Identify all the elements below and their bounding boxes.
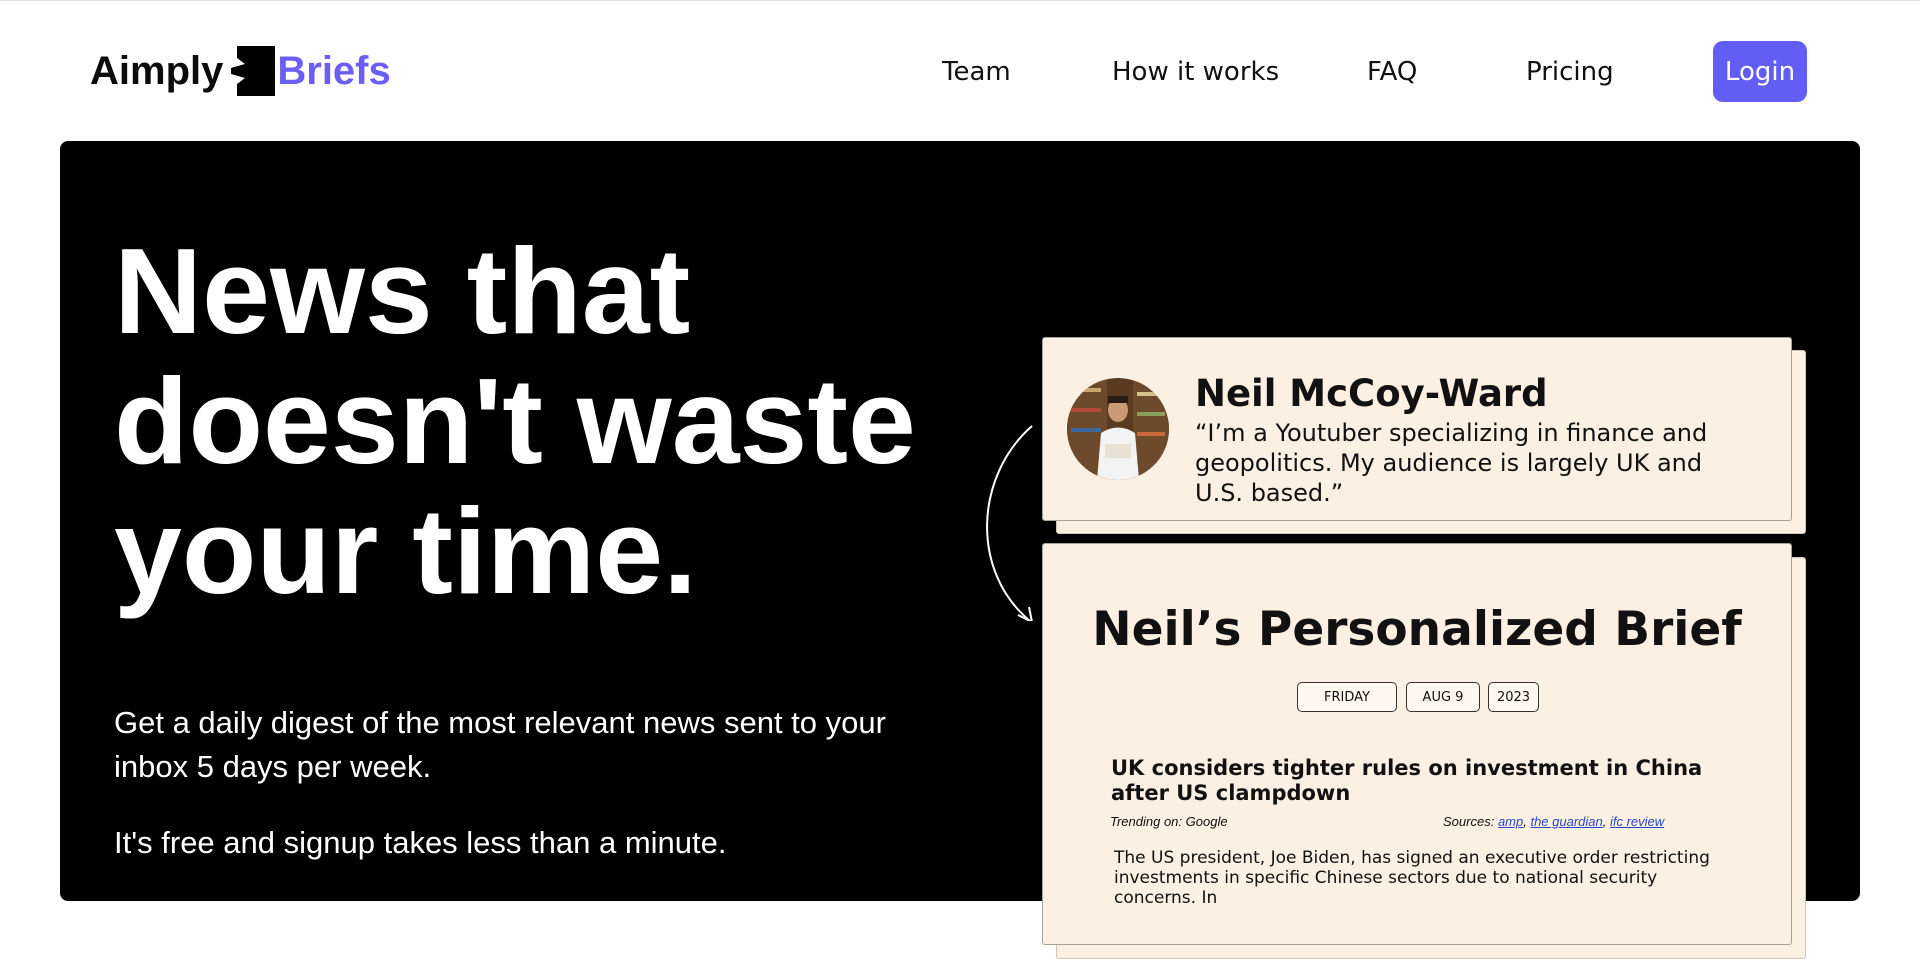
hero-signup-note: It's free and signup takes less than a m… bbox=[114, 825, 727, 860]
article-body: The US president, Joe Biden, has signed … bbox=[1114, 848, 1710, 908]
profile-quote: “I’m a Youtuber specializing in finance … bbox=[1195, 419, 1708, 507]
brief-title: Neil’s Personalized Brief bbox=[1092, 602, 1742, 657]
nav-link-pricing[interactable]: Pricing bbox=[1526, 52, 1614, 92]
profile-card: Neil McCoy-Ward “I’m a Youtuber speciali… bbox=[1042, 337, 1792, 521]
source-link-ifc-review[interactable]: ifc review bbox=[1610, 814, 1664, 829]
login-button[interactable]: Login bbox=[1713, 41, 1807, 102]
profile-name: Neil McCoy-Ward bbox=[1195, 372, 1548, 415]
curved-arrow-icon bbox=[986, 425, 1033, 621]
headline-line-3: your time. bbox=[114, 483, 698, 619]
logo-word-aimply: Aimply bbox=[90, 48, 224, 93]
hero-description: Get a daily digest of the most relevant … bbox=[114, 705, 886, 784]
nav-link-how-it-works[interactable]: How it works bbox=[1112, 52, 1279, 92]
headline-line-1: News that bbox=[114, 223, 691, 359]
nav-link-faq[interactable]: FAQ bbox=[1367, 52, 1417, 92]
date-month-day-pill: AUG 9 bbox=[1406, 682, 1480, 712]
source-link-amp[interactable]: amp bbox=[1498, 814, 1523, 829]
article-trending: Trending on: Google bbox=[1110, 814, 1228, 829]
folded-page-logo-icon bbox=[231, 46, 276, 96]
logo[interactable]: Aimply Briefs bbox=[90, 44, 391, 98]
nav-link-team[interactable]: Team bbox=[942, 52, 1011, 92]
article-title[interactable]: UK considers tighter rules on investment… bbox=[1111, 756, 1731, 806]
avatar-photo bbox=[1067, 378, 1169, 480]
hero-section: News that doesn't waste your time. Get a… bbox=[60, 141, 1860, 959]
logo-word-briefs: Briefs bbox=[277, 48, 391, 93]
date-year-pill: 2023 bbox=[1488, 682, 1539, 712]
sources-label: Sources: bbox=[1443, 814, 1495, 829]
top-border bbox=[0, 0, 1920, 1]
avatar bbox=[1067, 378, 1169, 480]
date-day-pill: FRIDAY bbox=[1297, 682, 1397, 712]
article-sources: Sources: amp, the guardian, ifc review bbox=[1443, 814, 1665, 829]
headline-line-2: doesn't waste bbox=[114, 353, 916, 489]
source-link-the-guardian[interactable]: the guardian bbox=[1530, 814, 1602, 829]
hero-headline: News that doesn't waste your time. bbox=[114, 226, 1014, 616]
brief-card: Neil’s Personalized Brief FRIDAY AUG 9 2… bbox=[1042, 543, 1792, 945]
